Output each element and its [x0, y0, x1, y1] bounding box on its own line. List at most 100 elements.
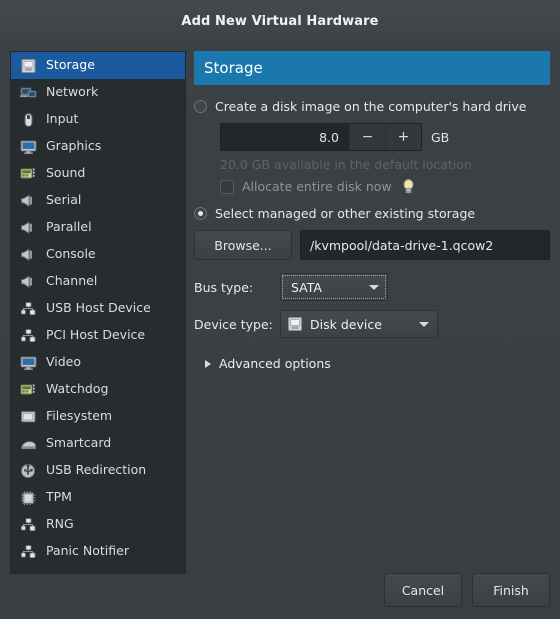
chip-icon: [18, 489, 39, 507]
sidebar-item-label: TPM: [46, 489, 72, 505]
chevron-down-icon: [369, 284, 379, 290]
sidebar-item-label: Storage: [46, 57, 95, 73]
triangle-right-icon: [205, 359, 211, 368]
create-disk-radio[interactable]: [194, 100, 207, 113]
sidebar-item-console[interactable]: Console: [11, 241, 185, 268]
sidebar-item-usb-redirection[interactable]: USB Redirection: [11, 457, 185, 484]
sound-icon: [18, 381, 39, 399]
port-icon: [18, 219, 39, 237]
dialog-body: Storage Network Input Graphics Sound Serial Pa…: [0, 42, 560, 619]
sidebar-item-graphics[interactable]: Graphics: [11, 133, 185, 160]
nodes-icon: [18, 300, 39, 318]
sidebar-item-input[interactable]: Input: [11, 106, 185, 133]
sidebar-item-label: Smartcard: [46, 435, 112, 451]
disk-size-increment-button[interactable]: +: [385, 124, 421, 150]
sidebar-item-label: Network: [46, 84, 99, 100]
browse-button[interactable]: Browse...: [194, 230, 292, 260]
disk-size-value[interactable]: 8.0: [221, 124, 349, 150]
bus-type-select[interactable]: SATA: [280, 273, 388, 301]
available-space-note: 20.0 GB available in the default locatio…: [220, 157, 472, 172]
sidebar-item-video[interactable]: Video: [11, 349, 185, 376]
cancel-button[interactable]: Cancel: [384, 573, 462, 607]
folder-icon: [18, 408, 39, 426]
sidebar-item-label: Watchdog: [46, 381, 109, 397]
hardware-category-list[interactable]: Storage Network Input Graphics Sound Serial Pa…: [10, 51, 186, 574]
sidebar-item-smartcard[interactable]: Smartcard: [11, 430, 185, 457]
chevron-down-icon: [419, 321, 429, 327]
bus-type-row: Bus type: SATA: [194, 273, 550, 301]
sound-icon: [18, 165, 39, 183]
title-bar: Add New Virtual Hardware: [0, 0, 560, 42]
create-disk-option-row[interactable]: Create a disk image on the computer's ha…: [194, 99, 550, 114]
create-disk-details: 8.0 − + GB 20.0 GB available in the defa…: [194, 123, 550, 194]
bus-type-value: SATA: [291, 279, 322, 295]
dialog-title: Add New Virtual Hardware: [181, 13, 379, 29]
mouse-icon: [18, 111, 39, 129]
main-pane: Storage Create a disk image on the compu…: [194, 51, 550, 371]
allocate-disk-checkbox[interactable]: [220, 179, 234, 194]
sidebar-item-label: USB Host Device: [46, 300, 151, 316]
sidebar-item-label: USB Redirection: [46, 462, 147, 478]
select-existing-option-row[interactable]: Select managed or other existing storage: [194, 206, 550, 221]
sidebar-item-filesystem[interactable]: Filesystem: [11, 403, 185, 430]
bus-type-caption: Bus type:: [194, 279, 254, 295]
sidebar-item-rng[interactable]: RNG: [11, 511, 185, 538]
device-type-row: Device type: Disk device: [194, 310, 550, 338]
sidebar-item-storage[interactable]: Storage: [11, 52, 185, 79]
disk-size-spinner[interactable]: 8.0 − +: [220, 123, 422, 151]
sidebar-item-label: Parallel: [46, 219, 92, 235]
sidebar-item-sound[interactable]: Sound: [11, 160, 185, 187]
sidebar-item-label: Panic Notifier: [46, 543, 129, 559]
storage-path-input[interactable]: /kvmpool/data-drive-1.qcow2: [300, 230, 550, 260]
port-icon: [18, 246, 39, 264]
sidebar-item-pci-host-device[interactable]: PCI Host Device: [11, 322, 185, 349]
sidebar-item-tpm[interactable]: TPM: [11, 484, 185, 511]
disk-size-unit: GB: [431, 129, 450, 145]
usb-icon: [18, 462, 39, 480]
allocate-disk-row[interactable]: Allocate entire disk now: [220, 179, 550, 194]
select-existing-label: Select managed or other existing storage: [215, 206, 476, 221]
storage-path-row: Browse... /kvmpool/data-drive-1.qcow2: [194, 230, 550, 260]
sidebar-item-usb-host-device[interactable]: USB Host Device: [11, 295, 185, 322]
sidebar-item-label: Graphics: [46, 138, 102, 154]
port-icon: [18, 192, 39, 210]
sidebar-item-network[interactable]: Network: [11, 79, 185, 106]
device-type-value: Disk device: [310, 316, 382, 332]
port-icon: [18, 273, 39, 291]
nodes-icon: [18, 516, 39, 534]
lightbulb-icon[interactable]: [402, 179, 415, 194]
sidebar-item-watchdog[interactable]: Watchdog: [11, 376, 185, 403]
device-type-caption: Device type:: [194, 316, 273, 332]
sidebar-item-panic-notifier[interactable]: Panic Notifier: [11, 538, 185, 565]
device-type-select[interactable]: Disk device: [280, 310, 438, 338]
pane-title: Storage: [204, 59, 263, 77]
allocate-disk-label: Allocate entire disk now: [242, 179, 392, 194]
create-disk-label: Create a disk image on the computer's ha…: [215, 99, 527, 114]
disk-icon: [18, 57, 39, 75]
pane-header: Storage: [194, 51, 550, 85]
sidebar-item-serial[interactable]: Serial: [11, 187, 185, 214]
smartcard-icon: [18, 435, 39, 453]
sidebar-item-label: Filesystem: [46, 408, 113, 424]
sidebar-item-label: RNG: [46, 516, 74, 532]
advanced-options-label: Advanced options: [219, 356, 331, 371]
sidebar-item-label: Channel: [46, 273, 98, 289]
monitor-icon: [18, 354, 39, 372]
advanced-options-toggle[interactable]: Advanced options: [194, 356, 550, 371]
sidebar-item-label: Console: [46, 246, 96, 262]
select-existing-radio[interactable]: [194, 207, 207, 220]
sidebar-item-channel[interactable]: Channel: [11, 268, 185, 295]
disk-size-row: 8.0 − + GB: [220, 123, 550, 151]
disk-icon: [287, 316, 303, 332]
sidebar-item-label: PCI Host Device: [46, 327, 146, 343]
sidebar-item-label: Serial: [46, 192, 82, 208]
monitor-icon: [18, 138, 39, 156]
disk-size-decrement-button[interactable]: −: [349, 124, 385, 150]
sidebar-item-label: Input: [46, 111, 79, 127]
sidebar-item-label: Sound: [46, 165, 86, 181]
sidebar-item-label: Video: [46, 354, 82, 370]
nodes-icon: [18, 327, 39, 345]
storage-form: Create a disk image on the computer's ha…: [194, 85, 550, 371]
finish-button[interactable]: Finish: [472, 573, 550, 607]
sidebar-item-parallel[interactable]: Parallel: [11, 214, 185, 241]
